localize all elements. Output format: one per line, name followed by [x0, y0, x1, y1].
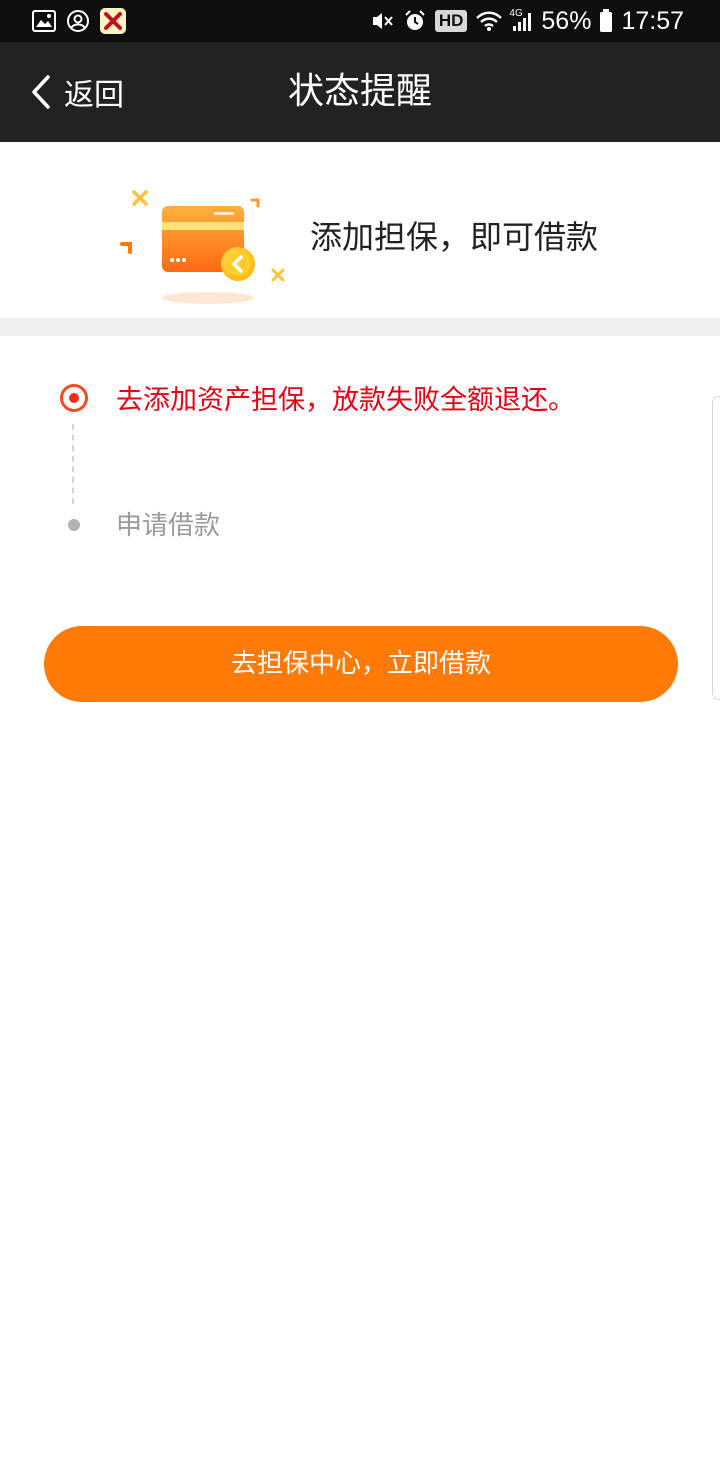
- hero-banner: 添加担保，即可借款: [0, 142, 720, 318]
- edge-panel-handle[interactable]: [712, 396, 720, 700]
- step-label-add-guarantee: 去添加资产担保，放款失败全额退还。: [116, 385, 575, 416]
- section-divider: [0, 318, 720, 336]
- back-button-label: 返回: [64, 78, 124, 113]
- network-type-label: 4G: [509, 8, 523, 19]
- step-indicator-inactive: [68, 519, 80, 531]
- status-steps: 去添加资产担保，放款失败全额退还。 申请借款: [0, 336, 720, 576]
- nav-bar: 状态提醒 返回: [0, 42, 720, 142]
- signal-icon: 4G: [509, 8, 533, 32]
- battery-icon: [599, 9, 613, 33]
- account-icon: [66, 9, 90, 33]
- hd-icon: HD: [434, 10, 468, 32]
- card-illustration-icon: [118, 186, 294, 304]
- battery-percent: 56%: [541, 6, 592, 35]
- alarm-icon: [403, 9, 427, 33]
- app-icon: [100, 8, 126, 34]
- hero-message: 添加担保，即可借款: [310, 218, 599, 256]
- chevron-left-icon: [30, 74, 52, 110]
- step-connector: [72, 424, 74, 504]
- gallery-icon: [32, 10, 56, 32]
- wifi-icon: [475, 10, 503, 32]
- clock: 17:57: [621, 6, 684, 35]
- status-bar-right: HD 4G 56% 17:57: [371, 6, 684, 36]
- status-bar-left: [32, 8, 126, 34]
- mute-icon: [371, 10, 395, 32]
- go-guarantee-center-button[interactable]: 去担保中心，立即借款: [44, 626, 678, 702]
- status-bar: HD 4G 56% 17:57: [0, 0, 720, 42]
- step-indicator-active: [60, 384, 88, 412]
- back-button[interactable]: 返回: [30, 68, 124, 116]
- step-label-apply-loan: 申请借款: [116, 511, 221, 541]
